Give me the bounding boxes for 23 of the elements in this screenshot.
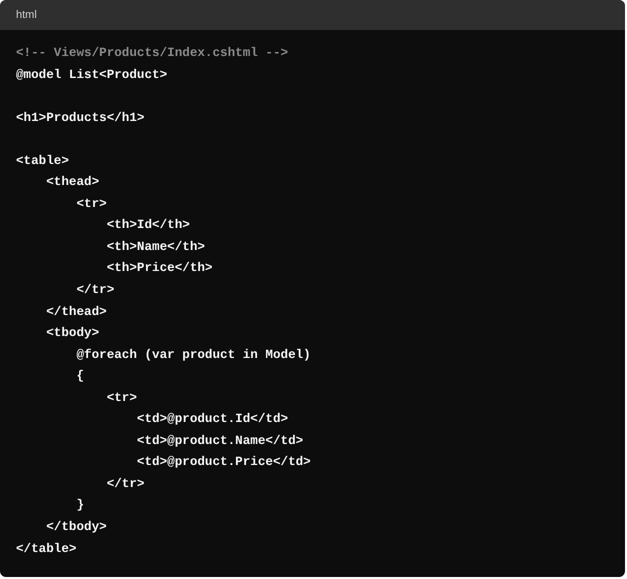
code-line: <td>@product.Name</td> xyxy=(136,432,304,450)
code-comment: <!-- Views/Products/Index.cshtml --> xyxy=(16,45,288,62)
code-line: <th>Id</th> xyxy=(106,217,190,234)
code-line: <td>@product.Price</td> xyxy=(136,454,311,472)
code-line: @model List<Product> xyxy=(16,66,168,84)
code-line: <tr> xyxy=(75,196,107,213)
language-label: html xyxy=(16,9,37,21)
code-line: <thead> xyxy=(45,174,100,192)
code-line: } xyxy=(75,497,84,514)
code-line: @foreach (var product in Model) xyxy=(75,346,311,364)
code-line: <tbody> xyxy=(45,325,100,342)
code-line: </tbody> xyxy=(45,519,107,536)
code-line: </table> xyxy=(16,540,76,558)
code-line: </tr> xyxy=(75,282,114,300)
code-line: <th>Name</th> xyxy=(106,238,205,256)
code-line: { xyxy=(75,368,84,386)
code-line: <td>@product.Id</td> xyxy=(136,411,288,428)
code-line: <table> xyxy=(16,152,69,170)
code-line: <tr> xyxy=(106,390,137,407)
code-line: <h1>Products</h1> xyxy=(16,110,144,127)
code-line: </thead> xyxy=(45,304,107,321)
code-line: <th>Price</th> xyxy=(106,260,212,278)
code-line: </tr> xyxy=(106,476,144,493)
